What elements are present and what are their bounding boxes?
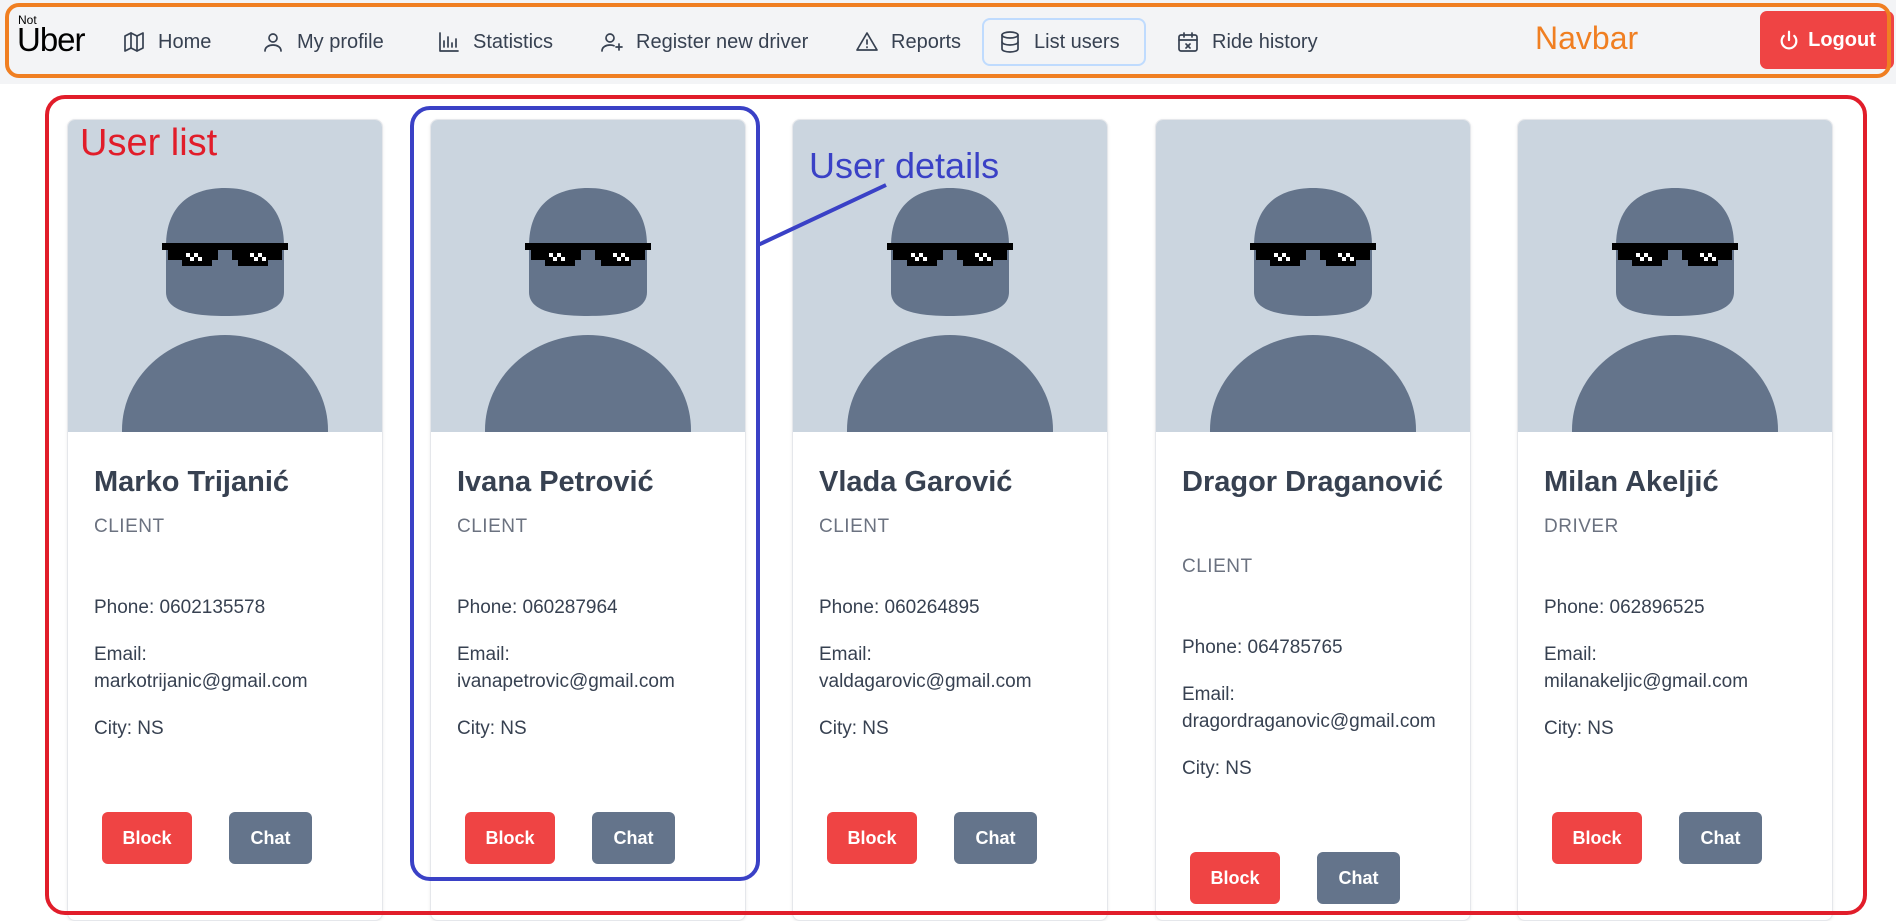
calendar-icon [1178, 32, 1198, 52]
nav-item-ride-history[interactable]: Ride history [1162, 18, 1332, 66]
block-button[interactable]: Block [1552, 812, 1642, 864]
user-plus-icon [601, 33, 623, 52]
avatar-placeholder-icon [122, 188, 328, 432]
user-phone: Phone: 062896525 [1544, 597, 1705, 618]
user-email: markotrijanic@gmail.com [94, 671, 308, 692]
user-role: CLIENT [819, 516, 890, 537]
user-name: Marko Trijanić [94, 466, 290, 498]
nav-item-label: Home [158, 30, 212, 53]
user-card: Ivana Petrović CLIENT Phone: 060287964 E… [430, 119, 746, 921]
nav-item-label: Reports [891, 30, 962, 53]
user-role: CLIENT [94, 516, 165, 537]
bar-chart-icon [439, 32, 459, 52]
user-phone: Phone: 064785765 [1182, 637, 1343, 658]
map-icon [124, 32, 144, 52]
chat-button[interactable]: Chat [1679, 812, 1762, 864]
user-card: Marko Trijanić CLIENT Phone: 0602135578 … [67, 119, 383, 921]
user-city: City: NS [819, 718, 889, 739]
nav-item-statistics[interactable]: Statistics [423, 18, 567, 66]
nav-item-label: My profile [297, 30, 384, 53]
logout-label: Logout [1808, 28, 1876, 51]
user-email: milanakeljic@gmail.com [1544, 671, 1749, 692]
nav-item-label: Register new driver [636, 30, 809, 53]
chat-button[interactable]: Chat [954, 812, 1037, 864]
nav-item-list-users[interactable]: List users [982, 18, 1146, 66]
user-phone: Phone: 060287964 [457, 597, 618, 618]
user-role: CLIENT [1182, 556, 1253, 577]
user-card: Milan Akeljić DRIVER Phone: 062896525 Em… [1517, 119, 1833, 921]
user-city: City: NS [1182, 758, 1252, 779]
nav-item-home[interactable]: Home [108, 18, 225, 66]
user-name: Dragor Draganović [1182, 466, 1444, 498]
user-email-label: Email: [1544, 644, 1597, 665]
nav-item-register-new-driver[interactable]: Register new driver [586, 18, 822, 66]
block-button[interactable]: Block [465, 812, 555, 864]
navbar: Not Uber Home My profile Statistics Regi… [0, 0, 1896, 84]
user-email: ivanapetrovic@gmail.com [457, 671, 675, 692]
user-role: CLIENT [457, 516, 528, 537]
avatar [1518, 120, 1832, 432]
annotation-user-list: User list [80, 122, 218, 164]
block-button[interactable]: Block [827, 812, 917, 864]
user-name: Milan Akeljić [1544, 466, 1719, 498]
user-icon [264, 33, 282, 52]
user-email: dragordraganovic@gmail.com [1182, 711, 1436, 732]
chat-button[interactable]: Chat [1317, 852, 1400, 904]
annotation-user-details: User details [809, 145, 1000, 186]
user-phone: Phone: 0602135578 [94, 597, 266, 618]
nav-item-label: Ride history [1212, 30, 1318, 53]
logo-text: Uber [17, 21, 86, 58]
user-city: City: NS [94, 718, 164, 739]
user-email-label: Email: [457, 644, 510, 665]
annotation-navbar: Navbar [1535, 20, 1639, 56]
chat-button[interactable]: Chat [229, 812, 312, 864]
nav-item-my-profile[interactable]: My profile [247, 18, 398, 66]
avatar-placeholder-icon [1210, 188, 1416, 432]
block-button[interactable]: Block [1190, 852, 1280, 904]
database-icon [1001, 31, 1019, 53]
user-email-label: Email: [819, 644, 872, 665]
user-email-label: Email: [94, 644, 147, 665]
user-card: Dragor Draganović CLIENT Phone: 06478576… [1155, 119, 1471, 921]
nav-item-label: List users [1034, 30, 1120, 53]
avatar-placeholder-icon [1572, 188, 1778, 432]
user-name: Ivana Petrović [457, 466, 654, 498]
logout-button[interactable]: Logout [1760, 11, 1894, 69]
nav-item-label: Statistics [473, 30, 554, 53]
user-email: valdagarovic@gmail.com [819, 671, 1032, 692]
avatar [68, 120, 382, 432]
block-button[interactable]: Block [102, 812, 192, 864]
avatar-placeholder-icon [485, 188, 691, 432]
user-name: Vlada Garović [819, 466, 1013, 498]
avatar [1156, 120, 1470, 432]
user-email-label: Email: [1182, 684, 1235, 705]
user-role: DRIVER [1544, 516, 1619, 537]
user-phone: Phone: 060264895 [819, 597, 980, 618]
user-card: Vlada Garović CLIENT Phone: 060264895 Em… [792, 119, 1108, 921]
warning-icon [856, 32, 878, 51]
nav-item-reports[interactable]: Reports [841, 18, 975, 66]
power-icon [1780, 30, 1798, 50]
user-city: City: NS [457, 718, 527, 739]
app-logo[interactable]: Not Uber [16, 14, 88, 58]
user-city: City: NS [1544, 718, 1614, 739]
avatar [431, 120, 745, 432]
chat-button[interactable]: Chat [592, 812, 675, 864]
